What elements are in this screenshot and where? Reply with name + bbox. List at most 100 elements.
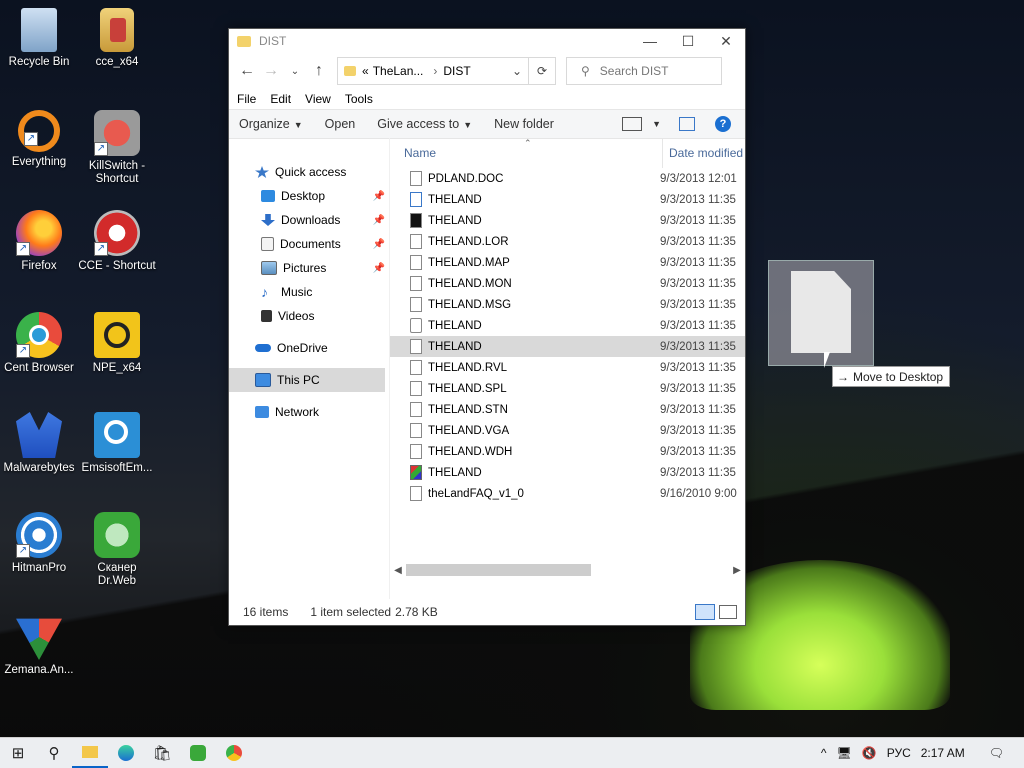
desktop-icon-emsisoft[interactable]: EmsisoftEm... [78,412,156,475]
file-row[interactable]: THELAND.RVL 9/3/2013 11:35 [390,357,745,378]
nav-onedrive[interactable]: OneDrive [229,336,389,360]
nav-network[interactable]: Network [229,400,389,424]
network-icon[interactable]: 🖥 [837,746,852,760]
desktop-icon-malwarebytes[interactable]: Malwarebytes [0,412,78,475]
caret-down-icon: ▼ [293,120,303,130]
file-row[interactable]: THELAND.SPL 9/3/2013 11:35 [390,378,745,399]
nav-documents[interactable]: Documents 📌 [229,232,389,256]
desktop-icon-drweb[interactable]: Сканер Dr.Web [78,512,156,588]
address-bar[interactable]: « TheLan... › DIST ⌄ [337,57,529,85]
notifications-icon[interactable]: 🗨 [989,746,1004,760]
new-folder-button[interactable]: New folder [494,117,554,131]
nav-downloads[interactable]: Downloads 📌 [229,208,389,232]
search-icon[interactable]: ⚲ [36,738,72,768]
clock[interactable]: 2:17 AM [921,746,965,760]
dos-program-icon [410,213,422,228]
arrow-right-icon: → [837,369,849,384]
desktop-icon-recycle-bin[interactable]: Recycle Bin [0,8,78,69]
file-row[interactable]: THELAND 9/3/2013 11:35 [390,210,745,231]
file-row-selected[interactable]: THELAND 9/3/2013 11:35 [390,336,745,357]
scroll-thumb[interactable] [406,564,591,576]
up-arrow-icon[interactable]: ↑ [307,62,331,80]
menu-view[interactable]: View [305,92,331,106]
file-row[interactable]: THELAND.MAP 9/3/2013 11:35 [390,252,745,273]
start-windows-icon[interactable]: ⊞ [0,738,36,768]
file-row[interactable]: THELAND.MSG 9/3/2013 11:35 [390,294,745,315]
file-row[interactable]: THELAND.MON 9/3/2013 11:35 [390,273,745,294]
desktop-icon-killswitch[interactable]: ↗ KillSwitch - Shortcut [78,110,156,186]
selection-size: 2.78 KB [395,605,438,619]
file-row[interactable]: theLandFAQ_v1_0 9/16/2010 9:00 [390,483,745,504]
file-row[interactable]: THELAND.STN 9/3/2013 11:35 [390,399,745,420]
desktop-icon-zemana[interactable]: Zemana.An... [0,614,78,677]
file-explorer-taskbar-icon[interactable] [72,738,108,768]
language-indicator[interactable]: РУС [887,746,911,760]
search-input[interactable]: ⚲ Search DIST [566,57,722,85]
desktop-icon-cce-shortcut[interactable]: ↗ CCE - Shortcut [78,210,156,273]
menu-edit[interactable]: Edit [270,92,291,106]
file-row[interactable]: THELAND.LOR 9/3/2013 11:35 [390,231,745,252]
scroll-track[interactable] [406,564,729,576]
column-header-date-modified[interactable]: Date modified [662,138,743,168]
help-icon[interactable]: ? [715,116,731,132]
file-row[interactable]: PDLAND.DOC 9/3/2013 12:01 [390,168,745,189]
file-row[interactable]: THELAND 9/3/2013 11:35 [390,315,745,336]
shortcut-arrow-icon: ↗ [94,242,108,256]
preview-pane-icon[interactable] [679,117,695,131]
desktop-icon-everything[interactable]: ↗ Everything [0,110,78,169]
caret-down-icon: ▼ [463,120,473,130]
back-arrow-icon[interactable]: ← [235,62,259,80]
file-row[interactable]: THELAND.VGA 9/3/2013 11:35 [390,420,745,441]
nav-desktop[interactable]: Desktop 📌 [229,184,389,208]
scroll-right-icon[interactable]: ▶ [729,565,745,576]
nav-pictures[interactable]: Pictures 📌 [229,256,389,280]
organize-button[interactable]: Organize ▼ [239,117,303,131]
minimize-button[interactable]: — [631,29,669,53]
edge-taskbar-icon[interactable] [108,738,144,768]
title-bar[interactable]: DIST — ☐ ✕ [229,29,745,53]
generic-file-icon [410,297,422,312]
menu-file[interactable]: File [237,92,256,106]
maximize-button[interactable]: ☐ [669,29,707,53]
desktop-icon-cce-x64[interactable]: cce_x64 [78,8,156,69]
chevron-down-icon[interactable]: ⌄ [512,64,522,78]
nav-music[interactable]: ♪ Music [229,280,389,304]
refresh-icon[interactable]: ⟳ [529,57,556,85]
generic-file-icon [410,381,422,396]
cent-browser-taskbar-icon[interactable] [216,738,252,768]
close-button[interactable]: ✕ [707,29,745,53]
scroll-left-icon[interactable]: ◀ [390,565,406,576]
desktop-icon-hitmanpro[interactable]: ↗ HitmanPro [0,512,78,575]
breadcrumb-dist[interactable]: DIST [443,64,470,78]
desktop-icon-npe-x64[interactable]: NPE_x64 [78,312,156,375]
large-icons-view-icon[interactable] [719,605,737,619]
forward-arrow-icon[interactable]: → [259,62,283,80]
store-taskbar-icon[interactable]: 🛍 [144,738,180,768]
recent-locations-chevron-icon[interactable]: ⌄ [283,66,307,77]
file-row[interactable]: THELAND 9/3/2013 11:35 [390,189,745,210]
desktop-icon-firefox[interactable]: ↗ Firefox [0,210,78,273]
open-button[interactable]: Open [325,117,356,131]
nav-this-pc[interactable]: This PC [229,368,385,392]
menu-tools[interactable]: Tools [345,92,373,106]
network-icon [255,406,269,418]
pin-icon: 📌 [372,238,385,250]
document-file-icon [791,271,851,353]
computer-icon [255,373,271,387]
folder-icon [237,35,251,47]
nav-videos[interactable]: Videos [229,304,389,328]
details-view-icon[interactable] [695,604,715,620]
show-hidden-icons-chevron-icon[interactable]: ^ [821,746,827,760]
view-options-caret-icon[interactable]: ▼ [652,119,661,129]
drweb-taskbar-icon[interactable] [180,738,216,768]
horizontal-scrollbar[interactable]: ◀ ▶ [390,561,745,579]
breadcrumb-thelan[interactable]: TheLan... [373,64,424,78]
change-view-icon[interactable] [622,117,643,131]
volume-muted-icon[interactable]: 🔇 [862,746,877,760]
nav-quick-access[interactable]: Quick access [229,160,389,184]
desktop-icon-cent-browser[interactable]: ↗ Cent Browser [0,312,78,375]
file-row[interactable]: THELAND.WDH 9/3/2013 11:35 [390,441,745,462]
file-row[interactable]: THELAND 9/3/2013 11:35 [390,462,745,483]
give-access-button[interactable]: Give access to ▼ [377,117,472,131]
music-note-icon: ♪ [261,284,268,300]
